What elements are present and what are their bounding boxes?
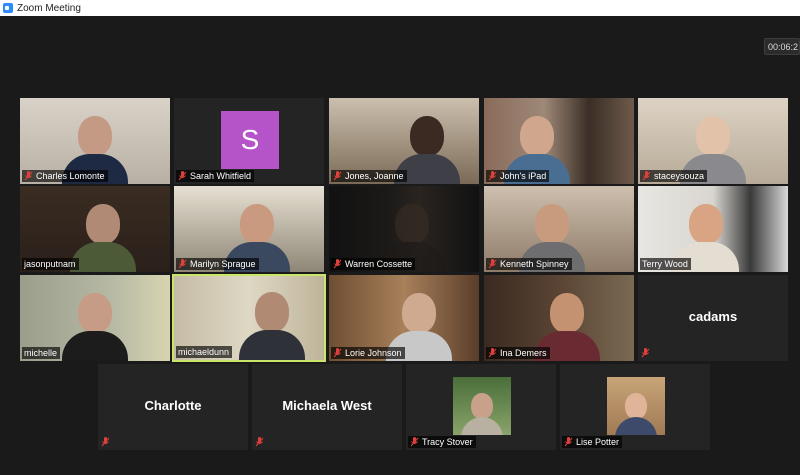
participant-tile[interactable]: Charlotte xyxy=(98,364,248,450)
participant-nametag: Lorie Johnson xyxy=(331,347,405,359)
participant-profile-photo xyxy=(607,377,665,435)
participant-name-large: Michaela West xyxy=(282,398,372,413)
participant-tile[interactable]: Michaela West xyxy=(252,364,402,450)
mic-muted-icon xyxy=(410,437,419,447)
participant-tile[interactable]: Jones, Joanne xyxy=(329,98,479,184)
mic-muted-icon xyxy=(24,171,33,181)
mic-muted-icon xyxy=(255,437,264,447)
mic-muted-icon xyxy=(333,348,342,358)
participant-nametag: staceysouza xyxy=(640,170,708,182)
mic-muted-icon xyxy=(641,348,650,358)
window-titlebar: Zoom Meeting xyxy=(0,0,800,16)
participant-name: Tracy Stover xyxy=(422,437,473,447)
participant-name: jasonputnam xyxy=(24,259,76,269)
participant-name: staceysouza xyxy=(654,171,705,181)
zoom-app-icon xyxy=(3,3,13,13)
participant-name: Jones, Joanne xyxy=(345,171,404,181)
participant-tile-active-speaker[interactable]: michaeldunn xyxy=(172,274,326,362)
mic-muted-icon xyxy=(333,171,342,181)
participant-name: Ina Demers xyxy=(500,348,547,358)
participant-nametag: michaeldunn xyxy=(176,346,233,358)
participant-tile[interactable]: Lorie Johnson xyxy=(329,275,479,361)
mic-muted-icon xyxy=(178,171,187,181)
participant-name-large: cadams xyxy=(688,309,738,324)
participant-name: Lise Potter xyxy=(576,437,620,447)
participant-avatar: S xyxy=(221,111,279,169)
mic-muted-icon xyxy=(333,259,342,269)
mic-muted-icon xyxy=(488,348,497,358)
participant-tile[interactable]: Kenneth Spinney xyxy=(484,186,634,272)
participant-name: John's iPad xyxy=(500,171,547,181)
participant-nametag: Marilyn Sprague xyxy=(176,258,259,270)
mic-muted-icon xyxy=(564,437,573,447)
participant-tile[interactable]: Lise Potter xyxy=(560,364,710,450)
participant-tile[interactable]: Warren Cossette xyxy=(329,186,479,272)
participant-nametag: Kenneth Spinney xyxy=(486,258,572,270)
participant-name-large: Charlotte xyxy=(144,398,202,413)
participant-tile[interactable]: michelle xyxy=(20,275,170,361)
mic-muted-icon xyxy=(101,437,110,447)
participant-name: michaeldunn xyxy=(178,347,230,357)
mic-muted-icon xyxy=(488,259,497,269)
participant-name: Warren Cossette xyxy=(345,259,413,269)
mic-muted-icon xyxy=(178,259,187,269)
participant-name: Kenneth Spinney xyxy=(500,259,569,269)
participant-name: Terry Wood xyxy=(642,259,688,269)
participant-nametag: michelle xyxy=(22,347,61,359)
participant-tile[interactable]: staceysouza xyxy=(638,98,788,184)
participant-name: Marilyn Sprague xyxy=(190,259,256,269)
participant-tile[interactable]: Marilyn Sprague xyxy=(174,186,324,272)
participant-nametag: Lise Potter xyxy=(562,436,623,448)
participant-tile[interactable]: Tracy Stover xyxy=(406,364,556,450)
participant-tile[interactable]: jasonputnam xyxy=(20,186,170,272)
participant-nametag: Warren Cossette xyxy=(331,258,416,270)
participant-nametag: Sarah Whitfield xyxy=(176,170,255,182)
participant-nametag: Tracy Stover xyxy=(408,436,476,448)
participant-tile[interactable]: S Sarah Whitfield xyxy=(174,98,324,184)
participant-tile[interactable]: John's iPad xyxy=(484,98,634,184)
gallery-view: 00:06:2 Charles Lomonte S Sarah Whitfiel… xyxy=(0,16,800,475)
participant-name: Sarah Whitfield xyxy=(190,171,252,181)
participant-profile-photo xyxy=(453,377,511,435)
mic-muted-icon xyxy=(642,171,651,181)
participant-name: Lorie Johnson xyxy=(345,348,402,358)
participant-nametag: Terry Wood xyxy=(640,258,691,270)
participant-nametag: Jones, Joanne xyxy=(331,170,407,182)
participant-nametag: Charles Lomonte xyxy=(22,170,108,182)
participant-nametag: John's iPad xyxy=(486,170,550,182)
window-title: Zoom Meeting xyxy=(17,2,81,14)
participant-tile[interactable]: Ina Demers xyxy=(484,275,634,361)
participant-nametag: jasonputnam xyxy=(22,258,79,270)
mic-muted-icon xyxy=(488,171,497,181)
meeting-timer: 00:06:2 xyxy=(764,38,800,55)
participant-name: Charles Lomonte xyxy=(36,171,105,181)
participant-name: michelle xyxy=(24,348,58,358)
participant-tile[interactable]: Terry Wood xyxy=(638,186,788,272)
participant-tile[interactable]: Charles Lomonte xyxy=(20,98,170,184)
participant-tile[interactable]: cadams xyxy=(638,275,788,361)
participant-nametag: Ina Demers xyxy=(486,347,550,359)
